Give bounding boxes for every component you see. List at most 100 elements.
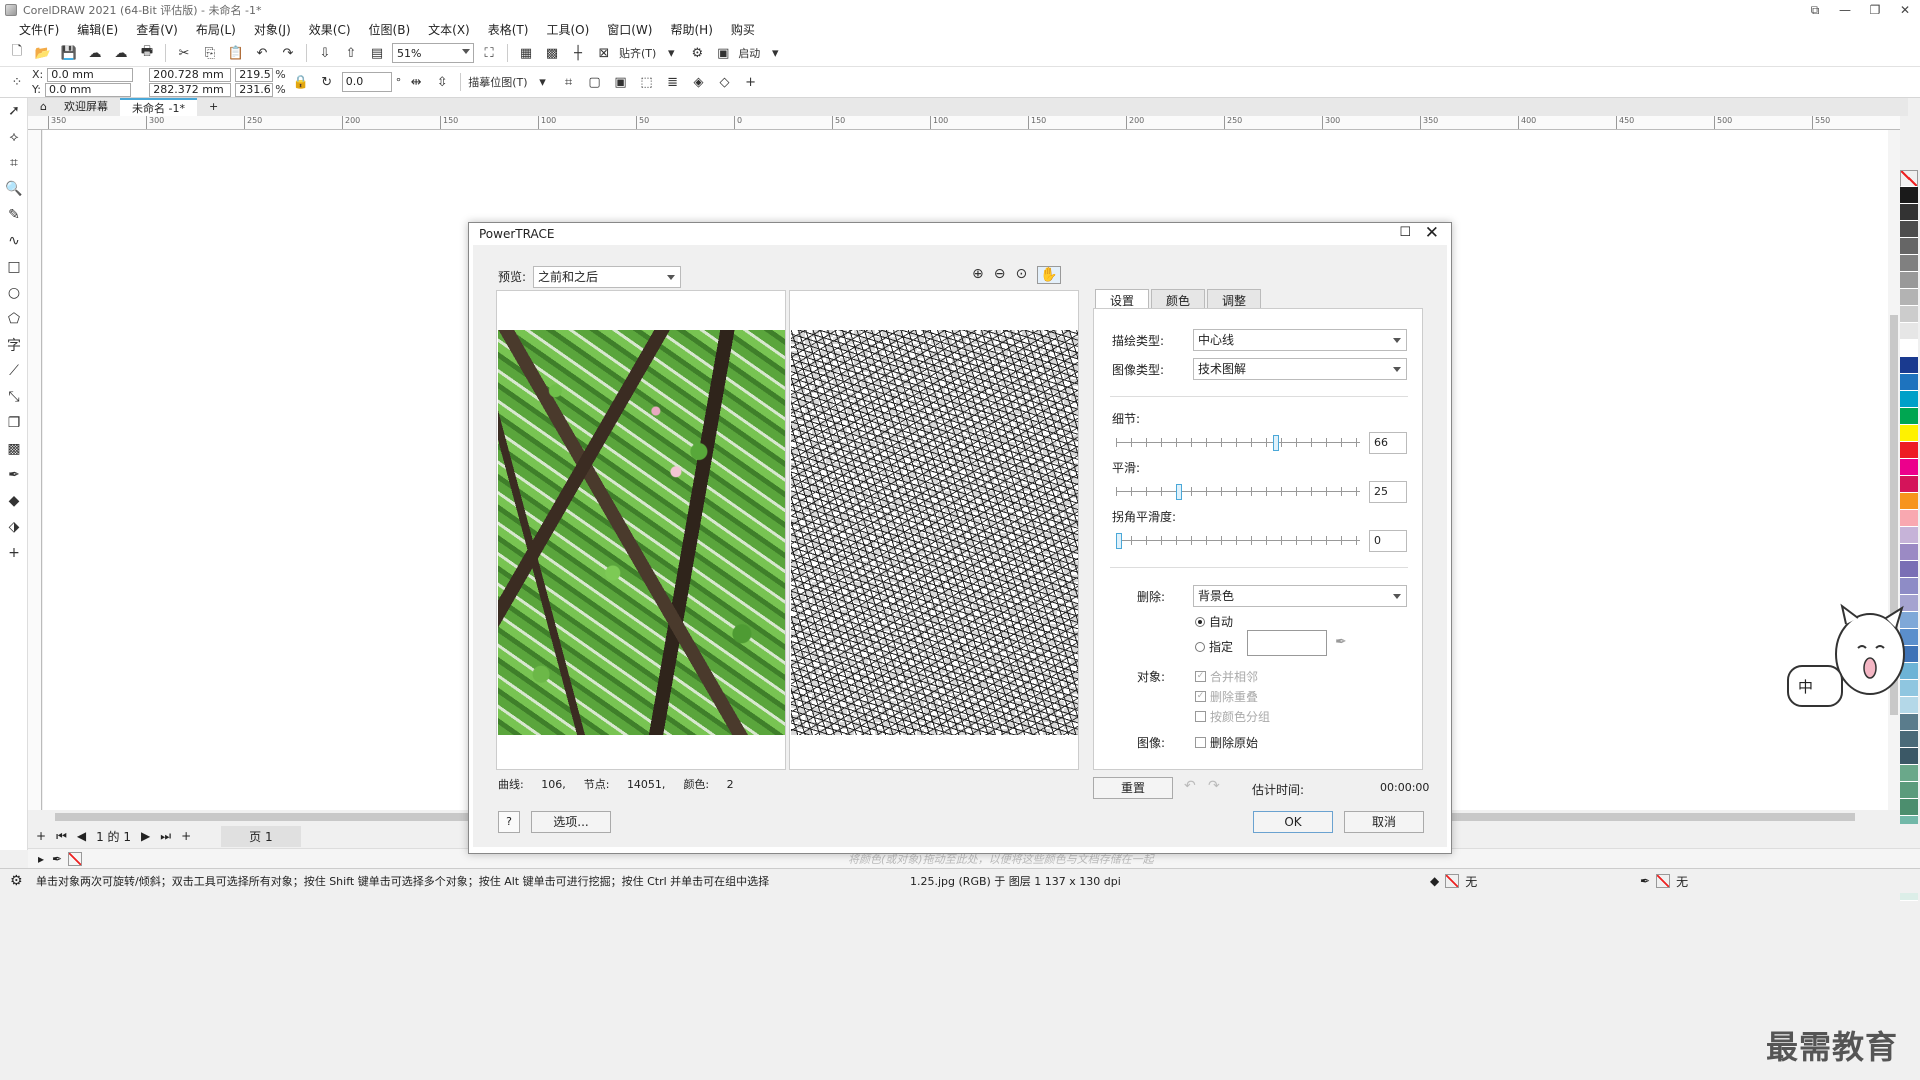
- copy-icon[interactable]: ⎘: [199, 43, 221, 63]
- edit-bitmap-icon[interactable]: ▢: [584, 72, 606, 92]
- text-tool-icon[interactable]: 字: [0, 332, 28, 358]
- chevron-down-icon[interactable]: ▾: [532, 72, 554, 92]
- home-icon[interactable]: ⌂: [28, 98, 52, 116]
- smooth-slider[interactable]: [1116, 484, 1360, 500]
- color-swatch[interactable]: [1900, 255, 1918, 272]
- color-swatch[interactable]: [1900, 442, 1918, 459]
- trace-type-select[interactable]: 中心线: [1193, 329, 1407, 351]
- color-swatch[interactable]: [1900, 425, 1918, 442]
- help-button[interactable]: ?: [498, 811, 520, 833]
- menu-help[interactable]: 帮助(H): [661, 20, 721, 40]
- redo-icon[interactable]: ↷: [277, 43, 299, 63]
- layer-back-icon[interactable]: ◇: [714, 72, 736, 92]
- cloud-download-icon[interactable]: ☁: [84, 43, 106, 63]
- color-swatch[interactable]: [1900, 187, 1918, 204]
- corner-smooth-slider[interactable]: [1116, 533, 1360, 549]
- redo-icon[interactable]: ↷: [1208, 778, 1220, 794]
- last-page-icon[interactable]: ⏭: [160, 829, 171, 844]
- options-gear-icon[interactable]: ⚙: [686, 43, 708, 63]
- image-type-select[interactable]: 技术图解: [1193, 358, 1407, 380]
- slider-knob[interactable]: [1176, 484, 1182, 500]
- color-swatch[interactable]: [1900, 476, 1918, 493]
- ok-button[interactable]: OK: [1253, 811, 1333, 833]
- smart-fill-icon[interactable]: ⬗: [0, 514, 28, 540]
- color-swatch[interactable]: [1900, 748, 1918, 765]
- minimize-button[interactable]: —: [1830, 0, 1860, 20]
- corner-smooth-value-field[interactable]: 0: [1369, 530, 1407, 552]
- merge-adjacent-checkbox[interactable]: ✓ 合并相邻: [1195, 668, 1258, 685]
- add-tool-icon[interactable]: +: [0, 540, 28, 566]
- color-swatch[interactable]: [1900, 782, 1918, 799]
- remove-select[interactable]: 背景色: [1193, 585, 1407, 607]
- transparency-tool-icon[interactable]: ▩: [0, 436, 28, 462]
- mirror-horizontal-icon[interactable]: ⇹: [405, 72, 427, 92]
- color-swatch[interactable]: [1900, 544, 1918, 561]
- pdf-icon[interactable]: ▤: [366, 43, 388, 63]
- color-swatch[interactable]: [1900, 289, 1918, 306]
- undo-icon[interactable]: ↶: [1184, 778, 1196, 794]
- zoom-in-icon[interactable]: ⊕: [972, 266, 984, 284]
- trace-bitmap-dropdown[interactable]: 描摹位图(T): [468, 74, 527, 90]
- guidelines-icon[interactable]: ┼: [567, 43, 589, 63]
- prev-page-icon[interactable]: ◀: [77, 829, 86, 843]
- group-by-color-checkbox[interactable]: 按颜色分组: [1195, 708, 1270, 725]
- color-swatch[interactable]: [1900, 493, 1918, 510]
- eyedropper-icon[interactable]: ✒: [1335, 634, 1347, 650]
- maximize-button[interactable]: ❐: [1860, 0, 1890, 20]
- preview-before-pane[interactable]: [496, 290, 786, 770]
- color-swatch[interactable]: [1900, 408, 1918, 425]
- artistic-media-icon[interactable]: ∿: [0, 228, 28, 254]
- launch-dropdown[interactable]: 启动: [738, 45, 760, 61]
- ellipse-tool-icon[interactable]: ○: [0, 280, 28, 306]
- zoom-level-combo[interactable]: 51%: [392, 43, 474, 63]
- freehand-tool-icon[interactable]: ✎: [0, 202, 28, 228]
- undo-icon[interactable]: ↶: [251, 43, 273, 63]
- width-field[interactable]: 200.728 mm: [149, 67, 232, 82]
- color-swatch[interactable]: [1900, 391, 1918, 408]
- bitmap-border-icon[interactable]: ⬚: [636, 72, 658, 92]
- export-icon[interactable]: ⇧: [340, 43, 362, 63]
- color-swatch[interactable]: [1900, 765, 1918, 782]
- new-document-icon[interactable]: 🗋: [6, 43, 28, 63]
- no-color-swatch[interactable]: [68, 851, 83, 866]
- tab-document[interactable]: 未命名 -1*: [120, 98, 197, 116]
- color-swatch[interactable]: [1900, 714, 1918, 731]
- color-swatch[interactable]: [1900, 561, 1918, 578]
- specify-color-swatch[interactable]: [1247, 630, 1327, 656]
- detail-value-field[interactable]: 66: [1369, 432, 1407, 454]
- cloud-upload-icon[interactable]: ☁: [110, 43, 132, 63]
- close-button[interactable]: ✕: [1890, 0, 1920, 20]
- grid-icon[interactable]: ▩: [541, 43, 563, 63]
- cancel-button[interactable]: 取消: [1344, 811, 1424, 833]
- color-swatch[interactable]: [1900, 357, 1918, 374]
- expand-icon[interactable]: ▸: [38, 852, 44, 866]
- options-button[interactable]: 选项...: [531, 811, 611, 833]
- add-tab-icon[interactable]: +: [197, 98, 230, 116]
- chevron-down-icon[interactable]: ▾: [660, 43, 682, 63]
- zoom-fit-icon[interactable]: ⊙: [1015, 266, 1027, 284]
- delete-original-checkbox[interactable]: 删除原始: [1195, 734, 1258, 751]
- connector-tool-icon[interactable]: ⤡: [0, 384, 28, 410]
- pan-hand-icon[interactable]: ✋: [1037, 266, 1061, 284]
- layer-front-icon[interactable]: ◈: [688, 72, 710, 92]
- color-swatch[interactable]: [1900, 221, 1918, 238]
- launch-icon[interactable]: ▣: [712, 43, 734, 63]
- snap-off-icon[interactable]: ⊠: [593, 43, 615, 63]
- open-folder-icon[interactable]: 📂: [32, 43, 54, 63]
- first-page-icon[interactable]: ⏮: [56, 829, 67, 844]
- rectangle-tool-icon[interactable]: □: [0, 254, 28, 280]
- menu-text[interactable]: 文本(X): [419, 20, 479, 40]
- add-page-end-icon[interactable]: +: [181, 829, 191, 843]
- rotation-field[interactable]: 0.0: [341, 72, 392, 92]
- interactive-fill-icon[interactable]: ◆: [0, 488, 28, 514]
- color-swatch[interactable]: [1900, 306, 1918, 323]
- color-swatch[interactable]: [1900, 578, 1918, 595]
- shape-tool-icon[interactable]: ⟡: [0, 124, 28, 150]
- mirror-vertical-icon[interactable]: ⇳: [431, 72, 453, 92]
- menu-edit[interactable]: 编辑(E): [68, 20, 127, 40]
- zoom-out-icon[interactable]: ⊖: [994, 266, 1006, 284]
- cut-icon[interactable]: ✂: [173, 43, 195, 63]
- eyedropper-icon[interactable]: ✒: [0, 462, 28, 488]
- text-wrap-icon[interactable]: ≣: [662, 72, 684, 92]
- y-position-field[interactable]: 0.0 mm: [44, 82, 131, 97]
